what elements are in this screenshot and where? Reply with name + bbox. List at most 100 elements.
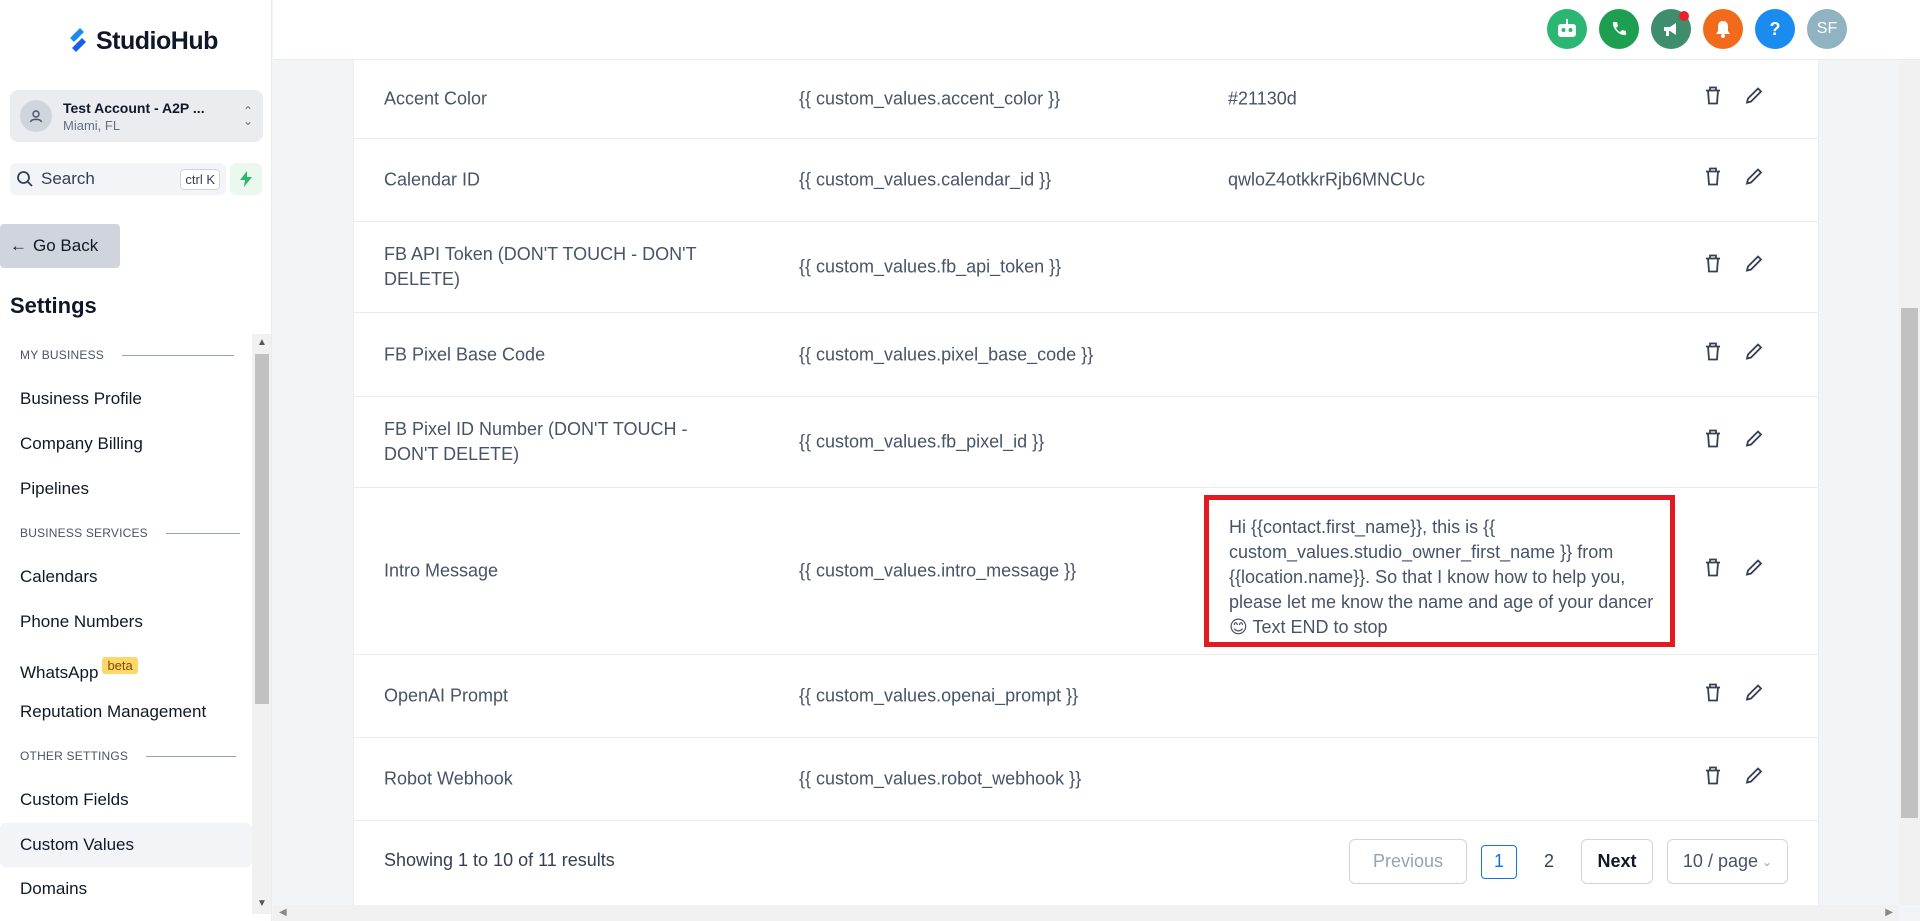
megaphone-icon[interactable] <box>1651 9 1691 49</box>
search-label: Search <box>41 169 95 188</box>
pencil-icon[interactable] <box>1744 254 1764 281</box>
sidebar: StudioHub Test Account - A2P ... Miami, … <box>0 0 272 921</box>
row-name: FB Pixel Base Code <box>384 344 546 364</box>
search-icon <box>17 171 33 187</box>
row-key: {{ custom_values.accent_color }} <box>799 88 1061 109</box>
page-2-button[interactable]: 2 <box>1531 845 1567 879</box>
nav-item-company-billing[interactable]: Company Billing <box>20 434 143 454</box>
row-key: {{ custom_values.pixel_base_code }} <box>799 344 1094 364</box>
table-row: FB Pixel ID Number (DON'T TOUCH - DON'T … <box>354 397 1818 488</box>
nav-item-phone-numbers[interactable]: Phone Numbers <box>20 612 143 632</box>
notification-dot <box>1679 11 1689 21</box>
phone-icon[interactable] <box>1599 9 1639 49</box>
account-switcher[interactable]: Test Account - A2P ... Miami, FL ⌃ ⌄ <box>10 90 263 142</box>
pencil-icon[interactable] <box>1744 683 1764 710</box>
go-back-button[interactable]: ← Go Back <box>0 224 120 268</box>
lightning-bolt-icon <box>240 171 252 187</box>
row-name: Intro Message <box>384 560 499 581</box>
horizontal-scrollbar[interactable]: ◀ ▶ <box>273 905 1899 921</box>
user-icon <box>29 110 43 123</box>
pencil-icon[interactable] <box>1744 429 1764 456</box>
account-name: Test Account - A2P ... <box>63 99 205 116</box>
scroll-left-arrow-icon[interactable]: ◀ <box>279 907 287 918</box>
row-name: Robot Webhook <box>384 768 513 789</box>
table-row: Accent Color {{ custom_values.accent_col… <box>354 60 1818 139</box>
table-footer: Showing 1 to 10 of 11 results Previous 1… <box>354 820 1818 900</box>
pencil-icon[interactable] <box>1744 341 1764 368</box>
trash-icon[interactable] <box>1704 683 1722 710</box>
trash-icon[interactable] <box>1704 429 1722 456</box>
pencil-icon[interactable] <box>1744 766 1764 793</box>
trash-icon[interactable] <box>1704 167 1722 194</box>
pencil-icon[interactable] <box>1744 167 1764 194</box>
table-row: OpenAI Prompt {{ custom_values.openai_pr… <box>354 655 1818 738</box>
sidebar-scrollbar[interactable]: ▲ ▼ <box>252 334 271 914</box>
section-my-business: MY BUSINESS <box>20 348 235 362</box>
row-key: {{ custom_values.fb_pixel_id }} <box>799 431 1045 452</box>
scroll-up-arrow-icon[interactable]: ▲ <box>257 337 267 348</box>
quick-actions-button[interactable] <box>230 163 262 195</box>
search-button[interactable]: Search ctrl K <box>10 163 226 195</box>
trash-icon[interactable] <box>1704 558 1722 585</box>
brand-name: StudioHub <box>96 26 218 55</box>
page-size-select[interactable]: 10 / page ⌄ <box>1667 839 1788 884</box>
pencil-icon[interactable] <box>1744 86 1764 113</box>
nav-item-pipelines[interactable]: Pipelines <box>20 479 89 499</box>
row-key: {{ custom_values.fb_api_token }} <box>799 256 1062 277</box>
next-button[interactable]: Next <box>1581 839 1653 884</box>
page-1-button[interactable]: 1 <box>1481 844 1517 879</box>
nav-item-reputation-management[interactable]: Reputation Management <box>20 702 206 722</box>
logo-icon <box>70 28 86 52</box>
trash-icon[interactable] <box>1704 341 1722 368</box>
section-business-services: BUSINESS SERVICES <box>20 526 240 540</box>
trash-icon[interactable] <box>1704 86 1722 113</box>
nav-item-whatsapp[interactable]: WhatsApp beta <box>20 657 138 683</box>
page-size-value: 10 / page <box>1682 851 1758 871</box>
bell-icon[interactable] <box>1703 9 1743 49</box>
main-scroll-thumb[interactable] <box>1901 308 1918 818</box>
chevron-down-icon: ⌄ <box>1762 854 1773 869</box>
row-key: {{ custom_values.intro_message }} <box>799 560 1077 581</box>
previous-button[interactable]: Previous <box>1349 839 1467 884</box>
section-other-settings: OTHER SETTINGS <box>20 749 237 763</box>
account-location: Miami, FL <box>63 117 121 133</box>
table-row: Robot Webhook {{ custom_values.robot_web… <box>354 738 1818 821</box>
row-key: {{ custom_values.robot_webhook }} <box>799 768 1082 789</box>
row-name: FB Pixel ID Number (DON'T TOUCH - DON'T … <box>384 419 688 464</box>
beta-badge: beta <box>102 657 138 674</box>
scroll-right-arrow-icon[interactable]: ▶ <box>1885 907 1893 918</box>
highlight-box: Hi {{contact.first_name}}, this is {{ cu… <box>1204 495 1675 647</box>
trash-icon[interactable] <box>1704 254 1722 281</box>
nav-item-business-profile[interactable]: Business Profile <box>20 389 142 409</box>
trash-icon[interactable] <box>1704 766 1722 793</box>
go-back-label: Go Back <box>33 236 99 255</box>
user-avatar[interactable]: SF <box>1807 9 1847 49</box>
table-row: FB API Token (DON'T TOUCH - DON'T DELETE… <box>354 222 1818 313</box>
pagination: Previous 1 2 Next 10 / page ⌄ <box>1349 839 1788 884</box>
main-scrollbar[interactable] <box>1899 60 1920 905</box>
sidebar-scroll-thumb[interactable] <box>255 354 269 704</box>
arrow-left-icon: ← <box>10 236 27 255</box>
nav-item-custom-fields[interactable]: Custom Fields <box>20 790 129 810</box>
settings-title: Settings <box>10 293 97 318</box>
scroll-down-arrow-icon[interactable]: ▼ <box>257 898 267 909</box>
settings-nav: MY BUSINESS Business Profile Company Bil… <box>0 334 252 914</box>
row-name: FB API Token (DON'T TOUCH - DON'T DELETE… <box>384 244 697 289</box>
row-name: Calendar ID <box>384 169 481 190</box>
nav-item-domains[interactable]: Domains <box>20 879 87 899</box>
results-summary: Showing 1 to 10 of 11 results <box>384 850 615 870</box>
brand-logo[interactable]: StudioHub <box>66 26 218 56</box>
row-name: OpenAI Prompt <box>384 685 509 706</box>
table-row: Intro Message {{ custom_values.intro_mes… <box>354 488 1818 655</box>
row-key: {{ custom_values.openai_prompt }} <box>799 685 1079 706</box>
row-value: #21130d <box>1228 88 1297 109</box>
table-row: Calendar ID {{ custom_values.calendar_id… <box>354 139 1818 222</box>
row-key: {{ custom_values.calendar_id }} <box>799 169 1052 190</box>
pencil-icon[interactable] <box>1744 558 1764 585</box>
help-icon[interactable]: ? <box>1755 9 1795 49</box>
row-value: Hi {{contact.first_name}}, this is {{ cu… <box>1229 517 1654 637</box>
nav-item-custom-values[interactable]: Custom Values <box>0 823 252 867</box>
nav-item-calendars[interactable]: Calendars <box>20 567 98 587</box>
robot-icon[interactable] <box>1547 9 1587 49</box>
row-value: qwloZ4otkkrRjb6MNCUc <box>1228 169 1426 190</box>
